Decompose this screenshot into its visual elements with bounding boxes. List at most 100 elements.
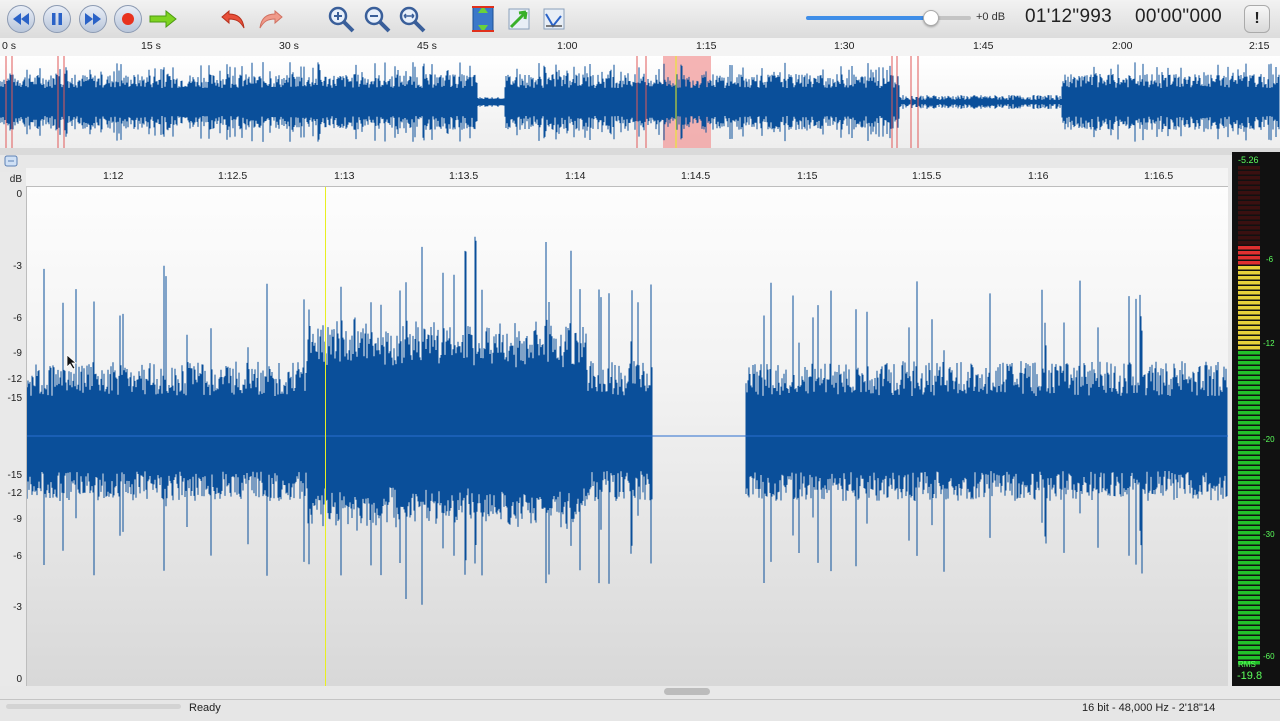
meter-segment — [1238, 241, 1260, 245]
meter-segment — [1238, 246, 1260, 250]
meter-segment — [1238, 506, 1260, 510]
undo-button[interactable] — [219, 4, 249, 34]
record-button[interactable] — [113, 4, 143, 34]
status-bar: Ready 16 bit - 48,000 Hz - 2'18"14 — [0, 699, 1280, 721]
meter-segment — [1238, 536, 1260, 540]
ruler-tick: 1:12 — [103, 170, 124, 182]
fast-forward-icon — [79, 5, 107, 33]
zoom-in-button[interactable] — [326, 4, 356, 34]
record-icon — [114, 5, 142, 33]
overview-time-ruler[interactable]: 0 s 15 s 30 s 45 s 1:00 1:15 1:30 1:45 2… — [0, 38, 1280, 57]
meter-rms-value: -19.8 — [1237, 670, 1263, 682]
meter-segment — [1238, 196, 1260, 200]
meter-segment — [1238, 446, 1260, 450]
pause-icon — [43, 5, 71, 33]
pane-splitter[interactable] — [0, 148, 1280, 155]
meter-segment — [1238, 626, 1260, 630]
arrow-right-icon — [149, 10, 177, 28]
overview-waveform[interactable] — [0, 56, 1280, 149]
ruler-tick: 1:15 — [797, 170, 818, 182]
volume-slider-knob[interactable] — [923, 10, 939, 26]
meter-segment — [1238, 551, 1260, 555]
meter-segment — [1238, 331, 1260, 335]
meter-segment — [1238, 351, 1260, 355]
meter-segment — [1238, 611, 1260, 615]
pause-button[interactable] — [42, 4, 72, 34]
overview-tick: 2:00 — [1112, 40, 1133, 52]
meter-segment — [1238, 591, 1260, 595]
zoom-fit-button[interactable] — [397, 4, 427, 34]
playhead[interactable] — [325, 187, 326, 686]
volume-slider-fill — [806, 16, 930, 20]
meter-segment — [1238, 651, 1260, 655]
meter-segment — [1238, 376, 1260, 380]
meter-segment — [1238, 641, 1260, 645]
level-meter: -5.26 -6 -12 -20 -30 -60 RMS -19.8 — [1232, 152, 1280, 686]
meter-segment — [1238, 226, 1260, 230]
redo-button[interactable] — [255, 4, 285, 34]
ruler-tick: 1:15.5 — [912, 170, 942, 182]
horizontal-scrollbar[interactable] — [664, 688, 710, 695]
meter-segment — [1238, 566, 1260, 570]
overview-tick: 1:30 — [834, 40, 855, 52]
meter-segment — [1238, 176, 1260, 180]
meter-segment — [1238, 286, 1260, 290]
rewind-icon — [7, 5, 35, 33]
rewind-button[interactable] — [6, 4, 36, 34]
meter-segment — [1238, 436, 1260, 440]
ruler-tick: 1:12.5 — [218, 170, 248, 182]
meter-segment — [1238, 386, 1260, 390]
meter-segment — [1238, 491, 1260, 495]
info-button[interactable]: ! — [1244, 5, 1270, 33]
meter-segment — [1238, 381, 1260, 385]
meter-segment — [1238, 561, 1260, 565]
meter-segment — [1238, 456, 1260, 460]
meter-segment — [1238, 306, 1260, 310]
db-label: -9 — [13, 514, 22, 525]
ruler-tick: 1:16.5 — [1144, 170, 1174, 182]
play-selection-button[interactable] — [148, 4, 178, 34]
waveform-view[interactable] — [27, 187, 1228, 686]
db-label: -6 — [13, 551, 22, 562]
view-options-icon[interactable] — [4, 155, 22, 169]
volume-slider[interactable] — [806, 10, 971, 26]
meter-segment — [1238, 326, 1260, 330]
meter-segment — [1238, 441, 1260, 445]
overview-tick: 1:45 — [973, 40, 994, 52]
db-label: -6 — [13, 313, 22, 324]
waveform-canvas — [27, 236, 1228, 605]
analyze-button[interactable] — [539, 4, 569, 34]
ruler-tick: 1:13 — [334, 170, 355, 182]
meter-segment — [1238, 311, 1260, 315]
zoom-fit-icon — [399, 6, 426, 33]
time-ruler[interactable]: 1:12 1:12.5 1:13 1:13.5 1:14 1:14.5 1:15… — [26, 168, 1228, 187]
meter-segment — [1238, 576, 1260, 580]
overview-tick: 1:15 — [696, 40, 717, 52]
meter-scale-label: -20 — [1263, 435, 1275, 444]
meter-segment — [1238, 296, 1260, 300]
audio-format: 16 bit - 48,000 Hz - 2'18"14 — [1082, 702, 1216, 714]
overview-tick: 45 s — [417, 40, 437, 52]
ruler-tick: 1:13.5 — [449, 170, 479, 182]
overview-tick: 2:15 — [1249, 40, 1270, 52]
fast-forward-button[interactable] — [78, 4, 108, 34]
meter-segment — [1238, 301, 1260, 305]
meter-segment — [1238, 321, 1260, 325]
meter-segment — [1238, 291, 1260, 295]
level-meter-bars — [1238, 166, 1260, 665]
zoom-out-icon — [364, 6, 391, 33]
db-label: -9 — [13, 348, 22, 359]
meter-segment — [1238, 186, 1260, 190]
db-label: -12 — [7, 374, 22, 385]
normalize-button[interactable] — [504, 4, 534, 34]
meter-segment — [1238, 616, 1260, 620]
redo-icon — [259, 9, 283, 29]
meter-segment — [1238, 276, 1260, 280]
meter-segment — [1238, 606, 1260, 610]
meter-segment — [1238, 636, 1260, 640]
ruler-tick: 1:16 — [1028, 170, 1049, 182]
vertical-zoom-button[interactable] — [468, 4, 498, 34]
volume-db-readout: +0 dB — [976, 11, 1006, 23]
zoom-out-button[interactable] — [362, 4, 392, 34]
waveform-path — [27, 236, 1228, 605]
